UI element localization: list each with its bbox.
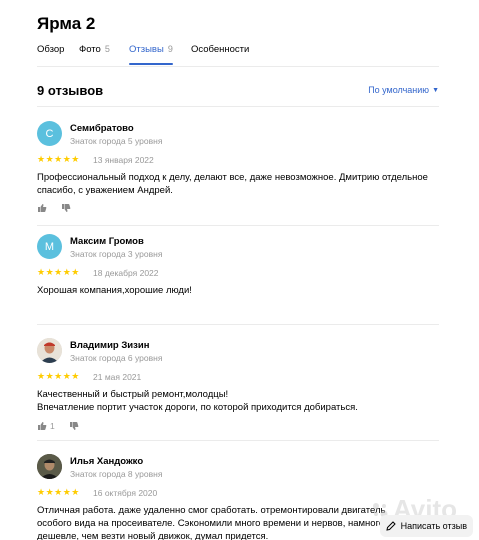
review-actions: 1 [37,421,79,431]
avatar[interactable]: М [37,234,62,259]
chevron-down-icon: ▼ [432,86,439,94]
page: Ярма 2 Обзор Фото 5 Отзывы 9 Особенности 9… [0,0,479,540]
review-author-level: Знаток города 3 уровня [70,249,163,259]
tab-reviews[interactable]: Отзывы 9 [129,44,173,68]
avatar[interactable] [37,454,62,479]
dislike-button[interactable] [69,421,79,431]
review-date: 13 января 2022 [93,155,154,165]
review-date: 16 октября 2020 [93,488,158,498]
tabs-divider [37,66,439,67]
tab-reviews-count: 9 [167,44,173,54]
tab-overview[interactable]: Обзор [37,44,64,68]
avatar[interactable] [37,338,62,363]
pencil-icon [386,521,396,531]
write-review-label: Написать отзыв [400,521,467,531]
sort-dropdown[interactable]: По умолчанию ▼ [368,85,439,95]
tab-reviews-label: Отзывы [129,44,164,55]
avatar[interactable]: С [37,121,62,146]
tabs-bar: Обзор Фото 5 Отзывы 9 Особенности [37,44,439,68]
rating-stars: ★★★★★ [37,371,80,381]
thumbs-up-icon [38,204,47,212]
review-card: М Максим Громов Знаток города 3 уровня ★… [37,234,439,314]
like-count: 1 [50,421,55,431]
thumbs-down-icon [69,422,79,430]
review-author-level: Знаток города 6 уровня [70,353,163,363]
thumbs-down-icon [62,204,71,212]
tab-photo-count: 5 [104,44,110,54]
review-date: 18 декабря 2022 [93,268,159,278]
review-author[interactable]: Илья Хандожко [70,456,143,467]
review-author-level: Знаток города 8 уровня [70,469,163,479]
review-author[interactable]: Семибратово [70,123,134,134]
review-card: С Семибратово Знаток города 5 уровня ★★★… [37,121,439,221]
rating-stars: ★★★★★ [37,267,80,277]
header-divider [37,106,439,107]
review-divider [37,440,439,441]
review-author-level: Знаток города 5 уровня [70,136,163,146]
rating-stars: ★★★★★ [37,154,80,164]
tab-photo[interactable]: Фото 5 [79,44,110,68]
reviews-count-title: 9 отзывов [37,83,104,98]
review-author[interactable]: Владимир Зизин [70,340,149,351]
write-review-button[interactable]: Написать отзыв [379,515,473,537]
tab-photo-label: Фото [79,44,101,55]
review-text: Качественный и быстрый ремонт,молодцы! В… [37,389,358,413]
sort-label: По умолчанию [368,85,430,95]
review-author[interactable]: Максим Громов [70,236,144,247]
page-title: Ярма 2 [37,14,96,33]
review-text: Отличная работа. даже удаленно смог сраб… [37,505,386,540]
review-actions [37,203,71,213]
tab-overview-label: Обзор [37,44,65,55]
review-divider [37,324,439,325]
review-divider [37,225,439,226]
thumbs-up-icon [38,422,47,430]
dislike-button[interactable] [61,203,71,213]
review-text: Хорошая компания,хорошие люди! [37,285,192,296]
tab-features[interactable]: Особенности [191,44,249,68]
rating-stars: ★★★★★ [37,487,80,497]
person-photo-icon [37,338,62,363]
like-button[interactable] [37,203,47,213]
tab-features-label: Особенности [191,44,250,55]
person-photo-icon [37,454,62,479]
review-text: Профессиональный подход к делу, делают в… [37,172,428,196]
review-date: 21 мая 2021 [93,372,142,382]
like-button[interactable]: 1 [37,421,55,431]
review-card: Владимир Зизин Знаток города 6 уровня ★★… [37,338,439,438]
